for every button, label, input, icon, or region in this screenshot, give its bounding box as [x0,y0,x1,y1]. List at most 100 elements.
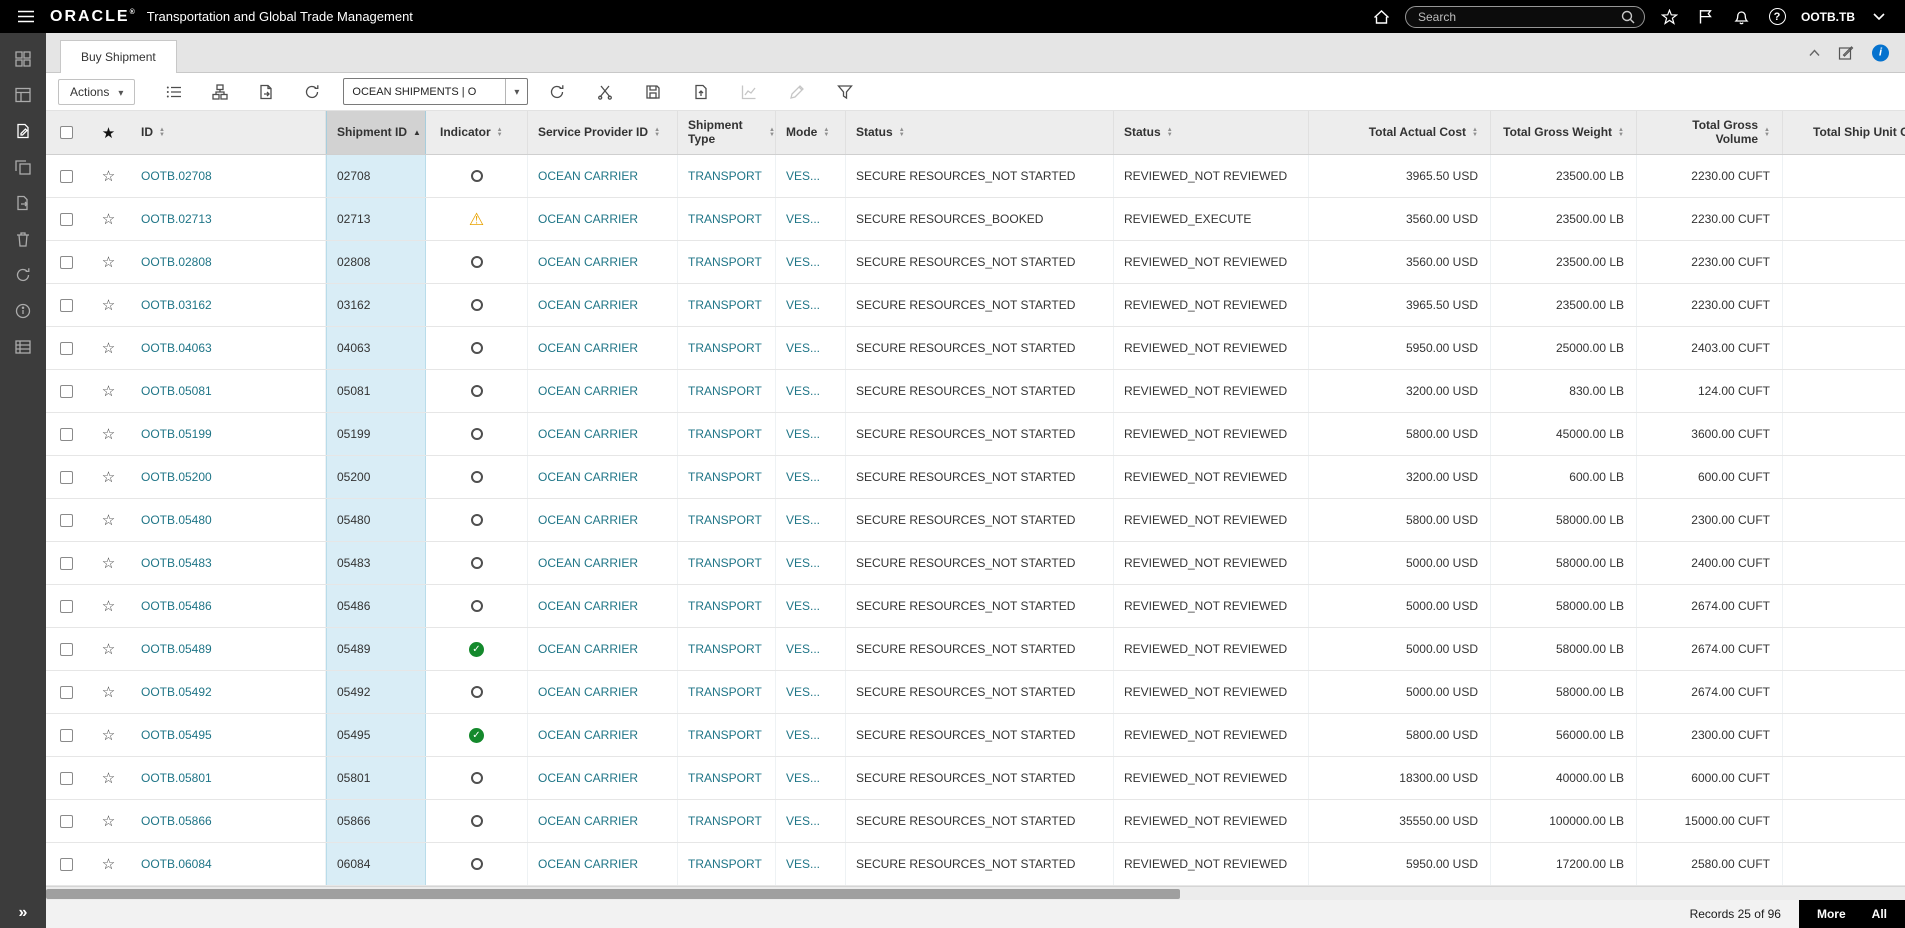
service-provider-link[interactable]: OCEAN CARRIER [538,384,638,398]
reload-icon[interactable] [293,79,331,105]
shipment-type-link[interactable]: TRANSPORT [688,814,762,828]
shipment-id-link[interactable]: OOTB.05866 [141,814,212,828]
service-provider-link[interactable]: OCEAN CARRIER [538,427,638,441]
mode-link[interactable]: VES... [786,857,820,871]
table-row[interactable]: OOTB.05492 05492 OCEAN CARRIER TRANSPORT… [46,671,1905,714]
favorite-star-icon[interactable] [102,597,115,615]
save-icon[interactable] [634,79,672,105]
view-columns-icon[interactable] [155,79,193,105]
shipment-id-link[interactable]: OOTB.02713 [141,212,212,226]
row-checkbox[interactable] [59,298,73,312]
col-header-total-gross-weight[interactable]: Total Gross Weight [1491,111,1637,154]
shipment-id-link[interactable]: OOTB.05489 [141,642,212,656]
table-row[interactable]: OOTB.05200 05200 OCEAN CARRIER TRANSPORT… [46,456,1905,499]
scrollbar-thumb[interactable] [46,889,1180,899]
favorite-star-icon[interactable] [102,683,115,701]
mode-link[interactable]: VES... [786,728,820,742]
col-header-service-provider-id[interactable]: Service Provider ID [528,111,678,154]
shipment-type-link[interactable]: TRANSPORT [688,599,762,613]
mode-link[interactable]: VES... [786,384,820,398]
tab-buy-shipment[interactable]: Buy Shipment [60,40,177,73]
row-checkbox[interactable] [59,814,73,828]
mode-link[interactable]: VES... [786,169,820,183]
table-row[interactable]: OOTB.02713 02713 OCEAN CARRIER TRANSPORT… [46,198,1905,241]
shipment-type-link[interactable]: TRANSPORT [688,384,762,398]
table-row[interactable]: OOTB.06084 06084 OCEAN CARRIER TRANSPORT… [46,843,1905,886]
mode-link[interactable]: VES... [786,212,820,226]
mode-link[interactable]: VES... [786,470,820,484]
shipment-type-link[interactable]: TRANSPORT [688,771,762,785]
favorite-star-icon[interactable] [102,769,115,787]
row-checkbox[interactable] [59,857,73,871]
refresh-sync-icon[interactable] [0,257,46,293]
table-row[interactable]: OOTB.05081 05081 OCEAN CARRIER TRANSPORT… [46,370,1905,413]
row-checkbox[interactable] [59,642,73,656]
col-header-mode[interactable]: Mode [776,111,846,154]
shipment-type-link[interactable]: TRANSPORT [688,341,762,355]
table-row[interactable]: OOTB.05489 05489 OCEAN CARRIER TRANSPORT… [46,628,1905,671]
col-header-total-ship-unit-count[interactable]: Total Ship Unit Count [1783,111,1905,154]
shipment-id-link[interactable]: OOTB.05483 [141,556,212,570]
table-row[interactable]: OOTB.02708 02708 OCEAN CARRIER TRANSPORT… [46,155,1905,198]
favorite-star-icon[interactable] [102,339,115,357]
shipment-id-link[interactable]: OOTB.05199 [141,427,212,441]
table-row[interactable]: OOTB.03162 03162 OCEAN CARRIER TRANSPORT… [46,284,1905,327]
flag-icon[interactable] [1693,5,1717,29]
sidebar-expand-icon[interactable]: » [19,904,28,922]
favorite-star-icon[interactable] [102,640,115,658]
shipment-type-link[interactable]: TRANSPORT [688,255,762,269]
grid-view-icon[interactable] [0,41,46,77]
favorite-star-icon[interactable] [102,726,115,744]
select-all-checkbox[interactable] [59,126,73,139]
col-header-shipment-id[interactable]: Shipment ID [326,111,426,154]
service-provider-link[interactable]: OCEAN CARRIER [538,771,638,785]
shipment-type-link[interactable]: TRANSPORT [688,470,762,484]
delete-trash-icon[interactable] [0,221,46,257]
collapse-chevron-up-icon[interactable] [1809,49,1820,56]
service-provider-link[interactable]: OCEAN CARRIER [538,212,638,226]
row-checkbox[interactable] [59,427,73,441]
shipment-type-link[interactable]: TRANSPORT [688,685,762,699]
mode-link[interactable]: VES... [786,814,820,828]
service-provider-link[interactable]: OCEAN CARRIER [538,255,638,269]
hamburger-menu-icon[interactable] [14,5,38,29]
user-menu[interactable]: OOTB.TB [1801,10,1855,24]
row-checkbox[interactable] [59,771,73,785]
row-checkbox[interactable] [59,728,73,742]
shipment-id-link[interactable]: OOTB.05081 [141,384,212,398]
favorite-star-icon[interactable] [102,468,115,486]
shipment-id-link[interactable]: OOTB.06084 [141,857,212,871]
row-checkbox[interactable] [59,685,73,699]
favorite-star-icon[interactable] [102,554,115,572]
favorite-star-icon[interactable] [102,210,115,228]
notifications-bell-icon[interactable] [1729,5,1753,29]
shipment-id-link[interactable]: OOTB.05801 [141,771,212,785]
col-header-indicator[interactable]: Indicator [426,111,528,154]
shipment-id-link[interactable]: OOTB.05200 [141,470,212,484]
row-checkbox[interactable] [59,341,73,355]
table-row[interactable]: OOTB.05495 05495 OCEAN CARRIER TRANSPORT… [46,714,1905,757]
service-provider-link[interactable]: OCEAN CARRIER [538,341,638,355]
table-row[interactable]: OOTB.02808 02808 OCEAN CARRIER TRANSPORT… [46,241,1905,284]
actions-button[interactable]: Actions [58,78,136,105]
row-checkbox[interactable] [59,513,73,527]
mode-link[interactable]: VES... [786,427,820,441]
more-button[interactable]: More [1817,907,1846,921]
shipment-id-link[interactable]: OOTB.05480 [141,513,212,527]
document-export-icon[interactable] [0,185,46,221]
table-row[interactable]: OOTB.04063 04063 OCEAN CARRIER TRANSPORT… [46,327,1905,370]
table-list-icon[interactable] [0,329,46,365]
refresh-icon[interactable] [538,79,576,105]
shipment-id-link[interactable]: OOTB.02708 [141,169,212,183]
favorite-star-icon[interactable] [102,167,115,185]
service-provider-link[interactable]: OCEAN CARRIER [538,814,638,828]
service-provider-link[interactable]: OCEAN CARRIER [538,599,638,613]
row-checkbox[interactable] [59,212,73,226]
shipment-type-link[interactable]: TRANSPORT [688,169,762,183]
user-chevron-down-icon[interactable] [1867,5,1891,29]
shipment-type-link[interactable]: TRANSPORT [688,212,762,226]
search-input[interactable] [1418,9,1621,24]
export-document-icon[interactable] [247,79,285,105]
service-provider-link[interactable]: OCEAN CARRIER [538,685,638,699]
mode-link[interactable]: VES... [786,771,820,785]
